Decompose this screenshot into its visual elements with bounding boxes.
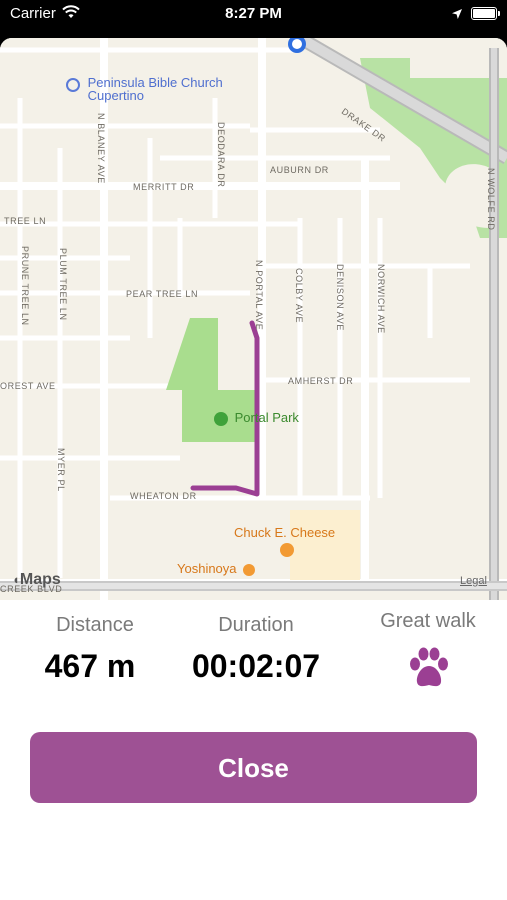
street-label: PLUM TREE LN	[58, 248, 68, 321]
restaurant-poi[interactable]: Yoshinoya	[177, 561, 256, 576]
battery-icon	[471, 7, 500, 20]
restaurant-pin-icon	[243, 563, 256, 576]
street-label: DENISON AVE	[335, 264, 345, 331]
street-label: MERRITT DR	[133, 182, 195, 192]
clock: 8:27 PM	[225, 5, 282, 22]
street-label: MYER PL	[56, 448, 66, 492]
duration-label: Duration	[218, 614, 294, 636]
street-label: N WOLFE RD	[486, 168, 496, 231]
paw-icon	[407, 646, 451, 695]
church-pin-icon	[66, 78, 80, 92]
restaurant-pin-icon[interactable]	[280, 543, 294, 557]
park-poi[interactable]: Portal Park	[214, 410, 299, 426]
restaurant-poi[interactable]: Chuck E. Cheese	[234, 525, 335, 540]
tree-pin-icon	[214, 411, 228, 426]
distance-label: Distance	[56, 614, 134, 636]
street-label: N PORTAL AVE	[254, 260, 264, 331]
street-label: PRUNE TREE LN	[20, 246, 30, 326]
street-label: COLBY AVE	[294, 268, 304, 324]
street-label: OREST AVE	[0, 381, 56, 391]
street-label: TREE LN	[4, 216, 47, 226]
street-label: N BLANEY AVE	[96, 113, 106, 184]
restaurant-label: Yoshinoya	[177, 561, 237, 576]
street-label: AUBURN DR	[270, 165, 329, 175]
church-poi[interactable]: Peninsula Bible Church Cupertino	[66, 76, 248, 102]
street-label: DEODARA DR	[216, 122, 226, 188]
street-label: PEAR TREE LN	[126, 289, 199, 299]
street-label: AMHERST DR	[288, 376, 354, 386]
street-label: WHEATON DR	[130, 491, 197, 501]
location-arrow-icon	[451, 7, 463, 25]
apple-logo-icon: ◖	[12, 572, 20, 587]
status-bar: Carrier 8:27 PM	[0, 0, 507, 30]
route-map[interactable]: N BLANEY AVE DEODARA DR DRAKE DR AUBURN …	[0, 38, 507, 600]
close-button[interactable]: Close	[30, 732, 477, 803]
rating-label: Great walk	[380, 610, 476, 632]
church-label: Peninsula Bible Church Cupertino	[87, 75, 223, 103]
park-label: Portal Park	[234, 410, 299, 425]
legal-link[interactable]: Legal	[460, 575, 487, 587]
street-label: NORWICH AVE	[376, 264, 386, 334]
distance-value: 467 m	[44, 648, 136, 684]
duration-value: 00:02:07	[191, 648, 321, 684]
maps-attribution: ◖Maps	[12, 571, 61, 588]
walk-summary-sheet: N BLANEY AVE DEODARA DR DRAKE DR AUBURN …	[0, 38, 507, 900]
restaurant-label: Chuck E. Cheese	[234, 525, 336, 540]
